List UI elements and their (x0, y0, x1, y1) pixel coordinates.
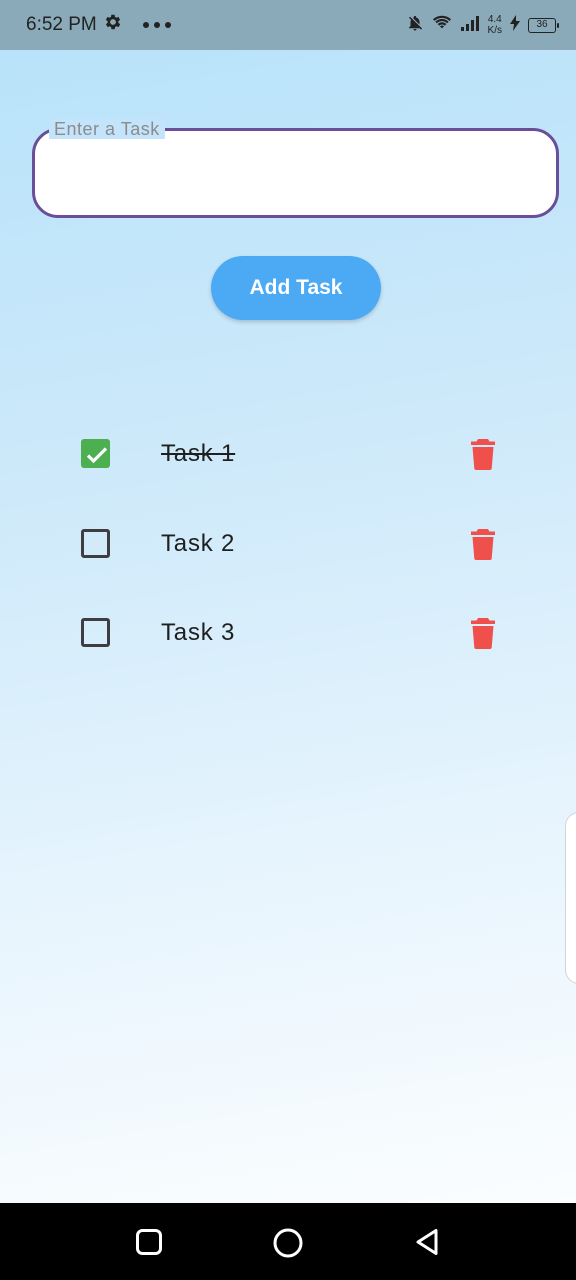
trash-icon[interactable] (470, 438, 496, 471)
task-checkbox[interactable] (81, 529, 110, 558)
task-row: Task 3 (0, 603, 576, 663)
navigation-bar (0, 1203, 576, 1280)
more-dots-icon (142, 22, 171, 28)
charging-icon (510, 14, 520, 36)
edge-panel-handle[interactable] (565, 812, 576, 984)
task-input[interactable] (53, 153, 533, 193)
net-speed-unit: K/s (487, 25, 502, 36)
recents-square-icon[interactable] (134, 1227, 164, 1257)
status-right: 4.4 K/s 36 (406, 14, 559, 37)
add-task-button[interactable]: Add Task (211, 256, 381, 320)
task-input-label: Enter a Task (49, 119, 165, 139)
battery-level: 36 (536, 18, 548, 30)
status-time: 6:52 PM (26, 14, 97, 35)
trash-icon[interactable] (470, 617, 496, 650)
battery-icon: 36 (528, 17, 559, 33)
gear-icon (103, 12, 123, 38)
status-left: 6:52 PM (26, 12, 171, 38)
task-row: Task 1 (0, 424, 576, 484)
check-icon (86, 447, 108, 464)
status-bar: 6:52 PM 4.4 K/s 36 (0, 0, 576, 50)
net-speed: 4.4 K/s (488, 14, 502, 36)
bell-off-icon (406, 14, 424, 37)
net-speed-value: 4.4 (487, 14, 502, 25)
signal-icon (460, 14, 480, 37)
task-row: Task 2 (0, 514, 576, 574)
home-circle-icon[interactable] (272, 1227, 303, 1258)
back-triangle-icon[interactable] (413, 1227, 443, 1257)
task-checkbox-checked[interactable] (81, 439, 110, 468)
wifi-icon (432, 14, 452, 37)
task-label: Task 1 (161, 440, 236, 467)
task-label: Task 3 (161, 619, 236, 646)
task-input-field[interactable]: Enter a Task (32, 119, 559, 218)
trash-icon[interactable] (470, 528, 496, 561)
task-checkbox[interactable] (81, 618, 110, 647)
task-label: Task 2 (161, 530, 236, 557)
